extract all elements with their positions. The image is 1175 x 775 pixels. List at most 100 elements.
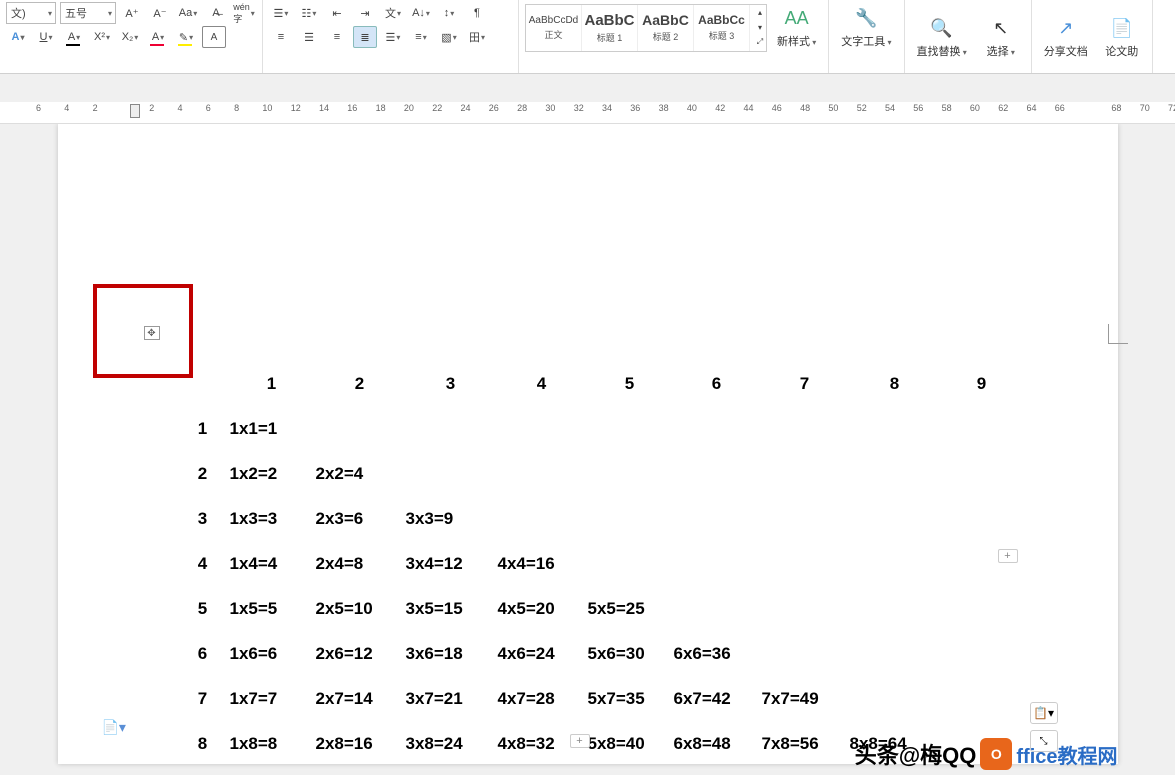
table-cell[interactable] [850, 677, 940, 720]
style-heading1[interactable]: AaBbC 标题 1 [582, 5, 638, 51]
table-row-header[interactable]: 1 [178, 407, 228, 450]
table-cell[interactable] [850, 587, 940, 630]
subscript-button[interactable]: X₂ [118, 26, 142, 48]
table-cell[interactable] [942, 407, 1022, 450]
table-cell[interactable] [588, 407, 672, 450]
paste-options-button[interactable]: 📋▾ [1030, 702, 1058, 724]
table-cell[interactable] [406, 407, 496, 450]
table-cell[interactable]: 3x4=12 [406, 542, 496, 585]
align-left-button[interactable]: ≡ [269, 26, 293, 48]
table-row-header[interactable]: 8 [178, 722, 228, 765]
phonetic-guide-button[interactable]: wén字 [232, 2, 256, 24]
table-cell[interactable] [674, 542, 760, 585]
table-cell[interactable]: 1x9=9 [230, 767, 314, 775]
align-right-button[interactable]: ≡ [325, 26, 349, 48]
table-cell[interactable] [762, 407, 848, 450]
table-cell[interactable]: 2x9=18 [316, 767, 404, 775]
borders-button[interactable]: 田 [465, 26, 489, 48]
table-cell[interactable] [498, 497, 586, 540]
show-marks-button[interactable]: ¶ [465, 2, 489, 24]
table-cell[interactable] [406, 452, 496, 495]
table-cell[interactable] [850, 497, 940, 540]
table-cell[interactable]: 3x8=24 [406, 722, 496, 765]
table-col-header[interactable]: 6 [674, 362, 760, 405]
table-cell[interactable] [674, 407, 760, 450]
table-cell[interactable]: 1x5=5 [230, 587, 314, 630]
table-cell[interactable]: 1x2=2 [230, 452, 314, 495]
table-add-col-button[interactable]: + [570, 734, 590, 748]
text-tools-button[interactable]: 🔧 文字工具 [835, 2, 897, 53]
table-cell[interactable] [588, 452, 672, 495]
table-col-header[interactable]: 7 [762, 362, 848, 405]
table-cell[interactable]: 2x5=10 [316, 587, 404, 630]
grow-font-button[interactable]: A⁺ [120, 2, 144, 24]
table-col-header[interactable]: 8 [850, 362, 940, 405]
table-cell[interactable] [674, 587, 760, 630]
table-col-header[interactable]: 2 [316, 362, 404, 405]
table-row-header[interactable]: 6 [178, 632, 228, 675]
table-cell[interactable]: 7x9=63 [762, 767, 848, 775]
font-color-button[interactable]: A [146, 26, 170, 48]
asian-layout-button[interactable]: 文 [381, 2, 405, 24]
share-button[interactable]: ↗ 分享文档 [1038, 12, 1094, 63]
table-cell[interactable] [762, 632, 848, 675]
table-cell[interactable]: 2x6=12 [316, 632, 404, 675]
table-cell[interactable]: 3x9=27 [406, 767, 496, 775]
table-cell[interactable]: 2x2=4 [316, 452, 404, 495]
table-cell[interactable]: 7x7=49 [762, 677, 848, 720]
shrink-font-button[interactable]: A⁻ [148, 2, 172, 24]
table-cell[interactable]: 1x6=6 [230, 632, 314, 675]
table-cell[interactable]: 6x6=36 [674, 632, 760, 675]
font-size-select[interactable]: 五号 [60, 2, 116, 24]
horizontal-ruler[interactable]: 6422468101214161820222426283032343638404… [0, 102, 1175, 124]
styles-down-button[interactable]: ▾ [750, 20, 770, 35]
table-row-header[interactable]: 4 [178, 542, 228, 585]
align-distributed-button[interactable]: ☰ [381, 26, 405, 48]
style-heading2[interactable]: AaBbC 标题 2 [638, 5, 694, 51]
indent-marker[interactable] [130, 104, 140, 118]
table-cell[interactable] [498, 407, 586, 450]
page-info-icon[interactable]: 📄▾ [102, 719, 126, 736]
table-add-row-button[interactable]: + [998, 549, 1018, 563]
table-cell[interactable]: 1x3=3 [230, 497, 314, 540]
shading-button[interactable]: ▧ [437, 26, 461, 48]
table-cell[interactable] [942, 632, 1022, 675]
style-normal[interactable]: AaBbCcDd 正文 [526, 5, 582, 51]
table-cell[interactable]: 7x8=56 [762, 722, 848, 765]
table-col-header[interactable]: 9 [942, 362, 1022, 405]
table-row-header[interactable]: 7 [178, 677, 228, 720]
table-cell[interactable]: 4x4=16 [498, 542, 586, 585]
table-cell[interactable] [850, 632, 940, 675]
table-cell[interactable] [316, 407, 404, 450]
table-cell[interactable] [942, 587, 1022, 630]
table-corner-cell[interactable] [178, 362, 228, 405]
table-cell[interactable] [942, 677, 1022, 720]
select-button[interactable]: ↖ 选择 [977, 12, 1025, 63]
table-cell[interactable]: 1x1=1 [230, 407, 314, 450]
align-distribute-button[interactable]: ↕ [437, 2, 461, 24]
table-cell[interactable]: 5x5=25 [588, 587, 672, 630]
sort-button[interactable]: A↓ [409, 2, 433, 24]
table-cell[interactable] [762, 452, 848, 495]
table-col-header[interactable]: 4 [498, 362, 586, 405]
table-cell[interactable] [850, 542, 940, 585]
table-cell[interactable] [942, 497, 1022, 540]
table-cell[interactable]: 4x5=20 [498, 587, 586, 630]
font-color2-button[interactable]: A [62, 26, 86, 48]
table-cell[interactable]: 6x9=54 [674, 767, 760, 775]
bullets-button[interactable]: ☰ [269, 2, 293, 24]
highlight-button[interactable]: ✎ [174, 26, 198, 48]
table-cell[interactable]: 4x6=24 [498, 632, 586, 675]
table-cell[interactable]: 6x7=42 [674, 677, 760, 720]
new-style-button[interactable]: AA 新样式 [771, 2, 822, 53]
table-cell[interactable]: 5x6=30 [588, 632, 672, 675]
table-cell[interactable]: 2x8=16 [316, 722, 404, 765]
table-cell[interactable] [588, 497, 672, 540]
styles-up-button[interactable]: ▴ [750, 5, 770, 20]
align-justify-button[interactable]: ≣ [353, 26, 377, 48]
font-family-select[interactable]: 文) [6, 2, 56, 24]
table-cell[interactable]: 3x3=9 [406, 497, 496, 540]
table-cell[interactable]: 4x9=36 [498, 767, 586, 775]
table-cell[interactable]: 3x7=21 [406, 677, 496, 720]
table-cell[interactable]: 3x6=18 [406, 632, 496, 675]
